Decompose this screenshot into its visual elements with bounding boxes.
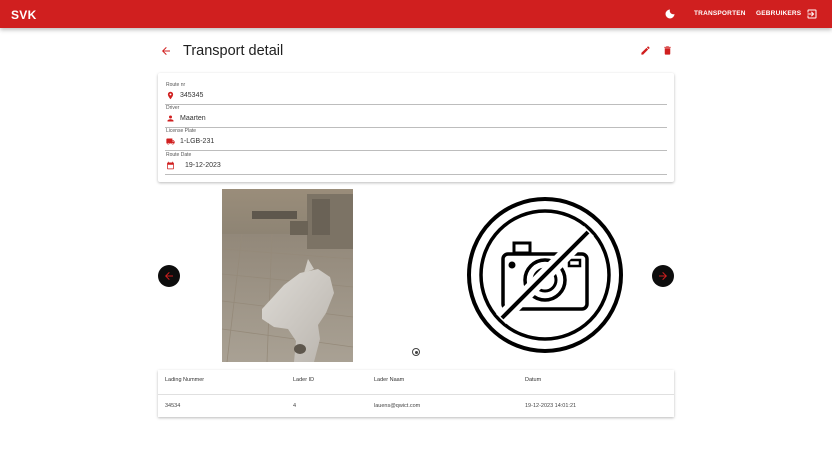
column-header-datum[interactable]: Datum <box>525 377 541 383</box>
column-header-lader-naam[interactable]: Lader Naam <box>374 377 404 383</box>
table-cell: 19-12-2023 14:01:21 <box>525 403 577 409</box>
back-arrow-icon[interactable] <box>160 45 172 57</box>
carousel-indicator[interactable] <box>412 348 420 356</box>
brand-logo[interactable]: SVK <box>11 8 37 22</box>
route-nr-field[interactable]: Route nr 345345 <box>165 82 667 105</box>
delete-trash-icon[interactable] <box>662 45 673 56</box>
person-icon <box>167 115 174 122</box>
driver-field[interactable]: Driver Maarten <box>165 105 667 128</box>
carousel-next-button[interactable] <box>652 265 674 287</box>
field-value: 345345 <box>180 92 204 99</box>
nav-gebruikers[interactable]: GEBRUIKERS <box>756 10 801 17</box>
table-cell: lauens@qwict.com <box>374 403 421 409</box>
truck-icon <box>166 138 175 145</box>
page-title: Transport detail <box>183 43 284 59</box>
table-cell: 4 <box>293 403 297 409</box>
license-plate-field[interactable]: License Plate 1-LGB-231 <box>165 128 667 151</box>
arrow-left-icon <box>165 272 173 280</box>
transport-info-card: Route nr 345345 Driver Maarten License P… <box>158 73 674 182</box>
page-header: Transport detail <box>158 40 674 62</box>
field-label: Driver <box>166 105 180 111</box>
field-label: License Plate <box>166 128 197 134</box>
field-value: Maarten <box>180 115 206 122</box>
calendar-icon[interactable] <box>166 161 175 170</box>
location-pin-icon <box>167 91 174 100</box>
column-header-lader-id[interactable]: Lader ID <box>293 377 314 383</box>
table-row[interactable]: 34534 4 lauens@qwict.com 19-12-2023 14:0… <box>158 394 674 417</box>
nav-transporten[interactable]: TRANSPORTEN <box>694 10 746 17</box>
no-camera-icon <box>467 197 623 353</box>
dark-mode-moon-icon[interactable] <box>664 8 676 20</box>
field-value: 19-12-2023 <box>185 162 221 169</box>
lading-table: Lading Nummer Lader ID Lader Naam Datum … <box>158 370 674 417</box>
edit-pencil-icon[interactable] <box>640 45 651 56</box>
field-value: 1-LGB-231 <box>180 138 215 145</box>
column-header-lading-nummer[interactable]: Lading Nummer <box>165 377 204 383</box>
top-navbar: SVK TRANSPORTEN GEBRUIKERS <box>0 0 832 28</box>
cargo-photo <box>222 189 353 362</box>
field-label: Route Date <box>166 152 192 158</box>
field-label: Route nr <box>166 82 186 88</box>
arrow-right-icon <box>659 272 667 280</box>
carousel-prev-button[interactable] <box>158 265 180 287</box>
image-carousel <box>158 186 674 366</box>
table-cell: 34534 <box>165 403 181 409</box>
route-date-field[interactable]: Route Date 19-12-2023 <box>165 152 667 175</box>
logout-icon[interactable] <box>806 8 818 20</box>
